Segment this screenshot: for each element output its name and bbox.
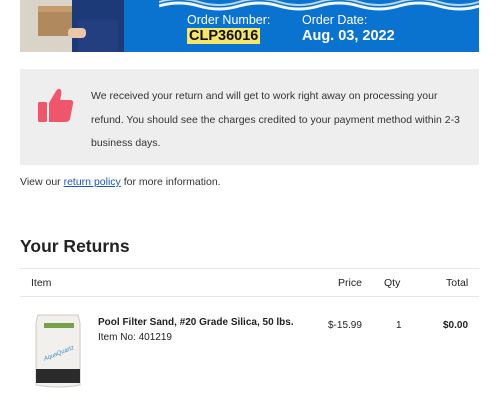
product-item-number: Item No: 401219 xyxy=(98,332,172,343)
policy-suffix: for more information. xyxy=(120,176,221,188)
policy-line: View our return policy for more informat… xyxy=(20,176,221,188)
your-returns-title: Your Returns xyxy=(20,236,130,256)
product-total: $0.00 xyxy=(443,320,469,331)
order-banner: Order Number: CLP36016 Order Date: Aug. … xyxy=(20,0,479,52)
order-number: CLP36016 xyxy=(187,28,261,44)
return-policy-link[interactable]: return policy xyxy=(64,176,121,188)
column-header-price: Price xyxy=(338,277,362,289)
column-header-qty: Qty xyxy=(384,277,401,289)
product-price: $-15.99 xyxy=(328,320,362,331)
delivery-person-image xyxy=(20,0,170,52)
column-header-item: Item xyxy=(31,277,52,289)
policy-prefix: View our xyxy=(20,176,64,188)
order-date-label: Order Date: xyxy=(302,13,368,27)
order-date: Aug. 03, 2022 xyxy=(302,28,395,44)
returns-table-header: Item Price Qty Total xyxy=(20,268,479,297)
thumbs-up-icon xyxy=(38,88,74,122)
column-header-total: Total xyxy=(446,277,469,289)
product-name: Pool Filter Sand, #20 Grade Silica, 50 l… xyxy=(98,317,294,328)
table-row: AquaQuartz Pool Filter Sand, #20 Grade S… xyxy=(20,297,479,405)
refund-message: We received your return and will get to … xyxy=(91,90,460,149)
product-image: AquaQuartz xyxy=(35,314,81,388)
order-number-label: Order Number: xyxy=(187,13,271,27)
product-qty: 1 xyxy=(396,320,402,331)
refund-notice: We received your return and will get to … xyxy=(20,69,479,165)
